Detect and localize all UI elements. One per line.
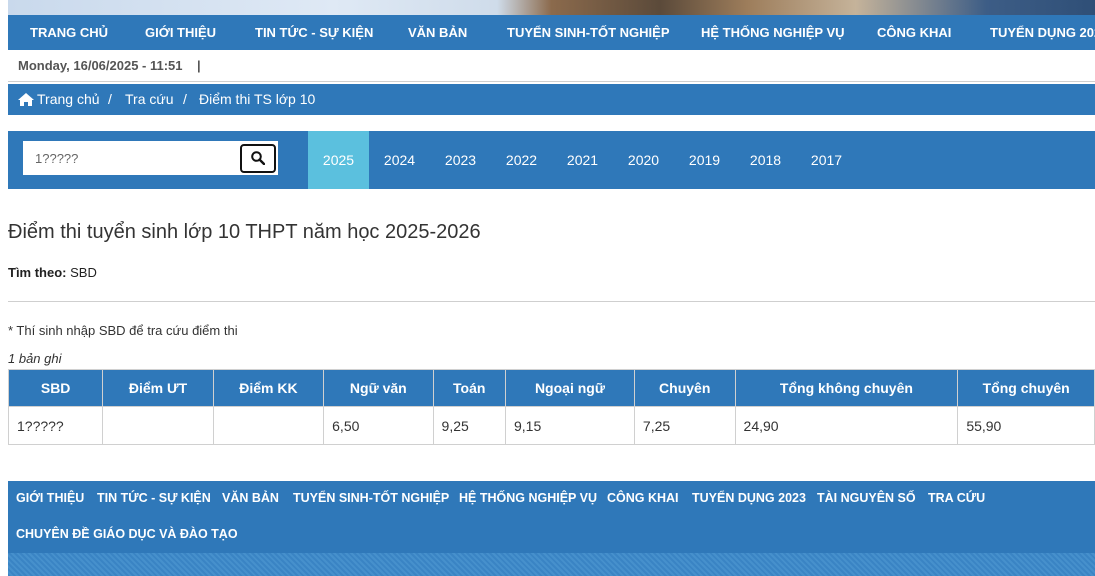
cell-diem-ut (102, 406, 214, 445)
col-header-toan: Toán (432, 369, 506, 407)
col-header-tong-khong-chuyen: Tổng không chuyên (734, 369, 959, 407)
cell-ngoai-ngu: 9,15 (504, 406, 635, 445)
cell-tong-chuyen: 55,90 (957, 406, 1095, 445)
footer-tuyen-dung[interactable]: TUYỂN DỤNG 2023 (692, 491, 806, 505)
footer-tuyen-sinh[interactable]: TUYỂN SINH-TỐT NGHIỆP (293, 491, 449, 505)
footer-tai-nguyen-so[interactable]: TÀI NGUYÊN SỐ (817, 491, 916, 505)
col-header-ngoai-ngu: Ngoại ngữ (504, 369, 635, 407)
cell-chuyen: 7,25 (633, 406, 736, 445)
cell-sbd: 1????? (7, 406, 104, 445)
footer-chuyen-de[interactable]: CHUYÊN ĐỀ GIÁO DỤC VÀ ĐÀO TẠO (16, 527, 238, 541)
col-header-sbd: SBD (7, 369, 104, 407)
table-row: 1????? 6,50 9,25 9,15 7,25 24,90 55,90 (7, 406, 1095, 445)
col-header-diem-ut: Điểm ƯT (102, 369, 214, 407)
cell-tong-khong-chuyen: 24,90 (734, 406, 959, 445)
col-header-chuyen: Chuyên (633, 369, 736, 407)
footer-gioi-thieu[interactable]: GIỚI THIỆU (16, 491, 84, 505)
footer-van-ban[interactable]: VĂN BẢN (222, 491, 279, 505)
table-header-row: SBD Điểm ƯT Điểm KK Ngữ văn Toán Ngoại n… (7, 369, 1095, 407)
col-header-diem-kk: Điểm KK (212, 369, 325, 407)
results-table: SBD Điểm ƯT Điểm KK Ngữ văn Toán Ngoại n… (7, 369, 1095, 445)
col-header-ngu-van: Ngữ văn (323, 369, 434, 407)
footer-he-thong[interactable]: HỆ THỐNG NGHIỆP VỤ (459, 491, 597, 505)
footer-tra-cuu[interactable]: TRA CỨU (928, 491, 985, 505)
cell-diem-kk (212, 406, 325, 445)
footer-cong-khai[interactable]: CÔNG KHAI (607, 491, 679, 505)
cell-toan: 9,25 (432, 406, 506, 445)
footer-tin-tuc[interactable]: TIN TỨC - SỰ KIỆN (97, 491, 211, 505)
col-header-tong-chuyen: Tổng chuyên (957, 369, 1095, 407)
footer-nav: GIỚI THIỆU TIN TỨC - SỰ KIỆN VĂN BẢN TUY… (8, 481, 1095, 576)
footer-stripe (8, 553, 1095, 576)
cell-ngu-van: 6,50 (323, 406, 434, 445)
